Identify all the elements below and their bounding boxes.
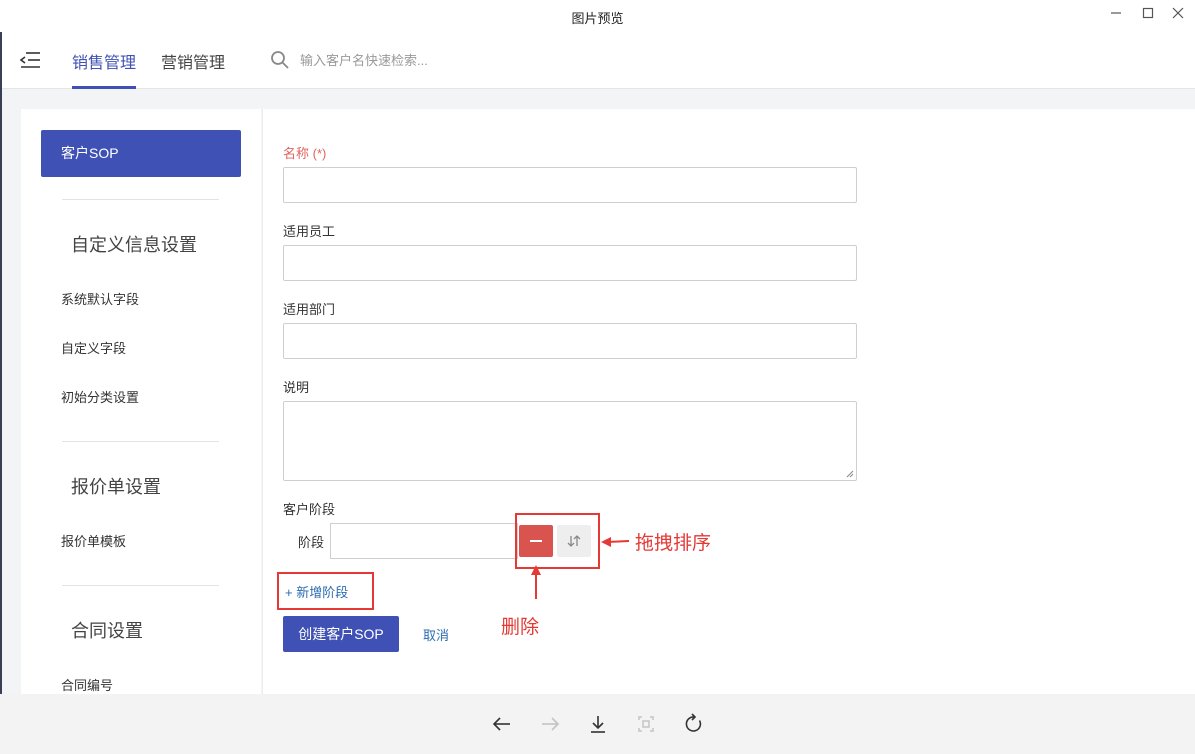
settings-sidebar: 客户SOP 自定义信息设置 系统默认字段 自定义字段 初始分类设置 报价单设置 … [21,109,261,694]
rotate-icon[interactable] [682,712,706,736]
sidebar-section-contract: 合同设置 [71,621,143,641]
sidebar-section-custom-info: 自定义信息设置 [71,235,197,255]
next-arrow-icon[interactable] [538,712,562,736]
resize-grip-icon[interactable] [846,470,854,478]
annotation-delete: 删除 [501,617,540,638]
maximize-icon[interactable] [1136,4,1160,22]
fit-screen-icon[interactable] [634,712,658,736]
app-frame: 销售管理 营销管理 客户SOP 自定义信息设置 系统默认字段 自定义字段 初始分… [0,32,1195,694]
search-icon[interactable] [270,50,290,70]
tab-sales-management[interactable]: 销售管理 [72,49,136,73]
customer-search-input[interactable] [300,48,600,72]
sidebar-item-category-settings[interactable]: 初始分类设置 [61,387,139,406]
close-icon[interactable] [1166,4,1190,22]
active-tab-indicator [72,86,136,89]
sidebar-item-default-fields[interactable]: 系统默认字段 [61,289,139,308]
sidebar-item-contract-number[interactable]: 合同编号 [61,675,113,694]
window-title: 图片预览 [571,11,624,26]
sidebar-item-custom-fields[interactable]: 自定义字段 [61,338,126,357]
minimize-icon[interactable] [1104,4,1128,22]
annotation-arrows [531,537,630,599]
previous-arrow-icon[interactable] [490,712,514,736]
tab-marketing-management[interactable]: 营销管理 [161,49,225,73]
annotation-drag-sort: 拖拽排序 [635,533,712,554]
window-titlebar: 图片预览 [0,0,1195,32]
top-navigation: 销售管理 营销管理 [2,32,1195,89]
sidebar-divider [62,199,219,200]
sidebar-divider [62,585,219,586]
sidebar-divider [62,441,219,442]
sidebar-section-quotation: 报价单设置 [71,477,161,497]
download-icon[interactable] [586,712,610,736]
sidebar-item-quotation-template[interactable]: 报价单模板 [61,531,126,550]
sop-form: 名称 (*) 适用员工 适用部门 说明 客户阶段 阶段 + 新增阶段 创建客户S… [262,109,1195,694]
sidebar-item-customer-sop[interactable]: 客户SOP [41,130,241,177]
image-viewer-toolbar [0,694,1195,754]
menu-collapse-icon[interactable] [19,50,41,70]
